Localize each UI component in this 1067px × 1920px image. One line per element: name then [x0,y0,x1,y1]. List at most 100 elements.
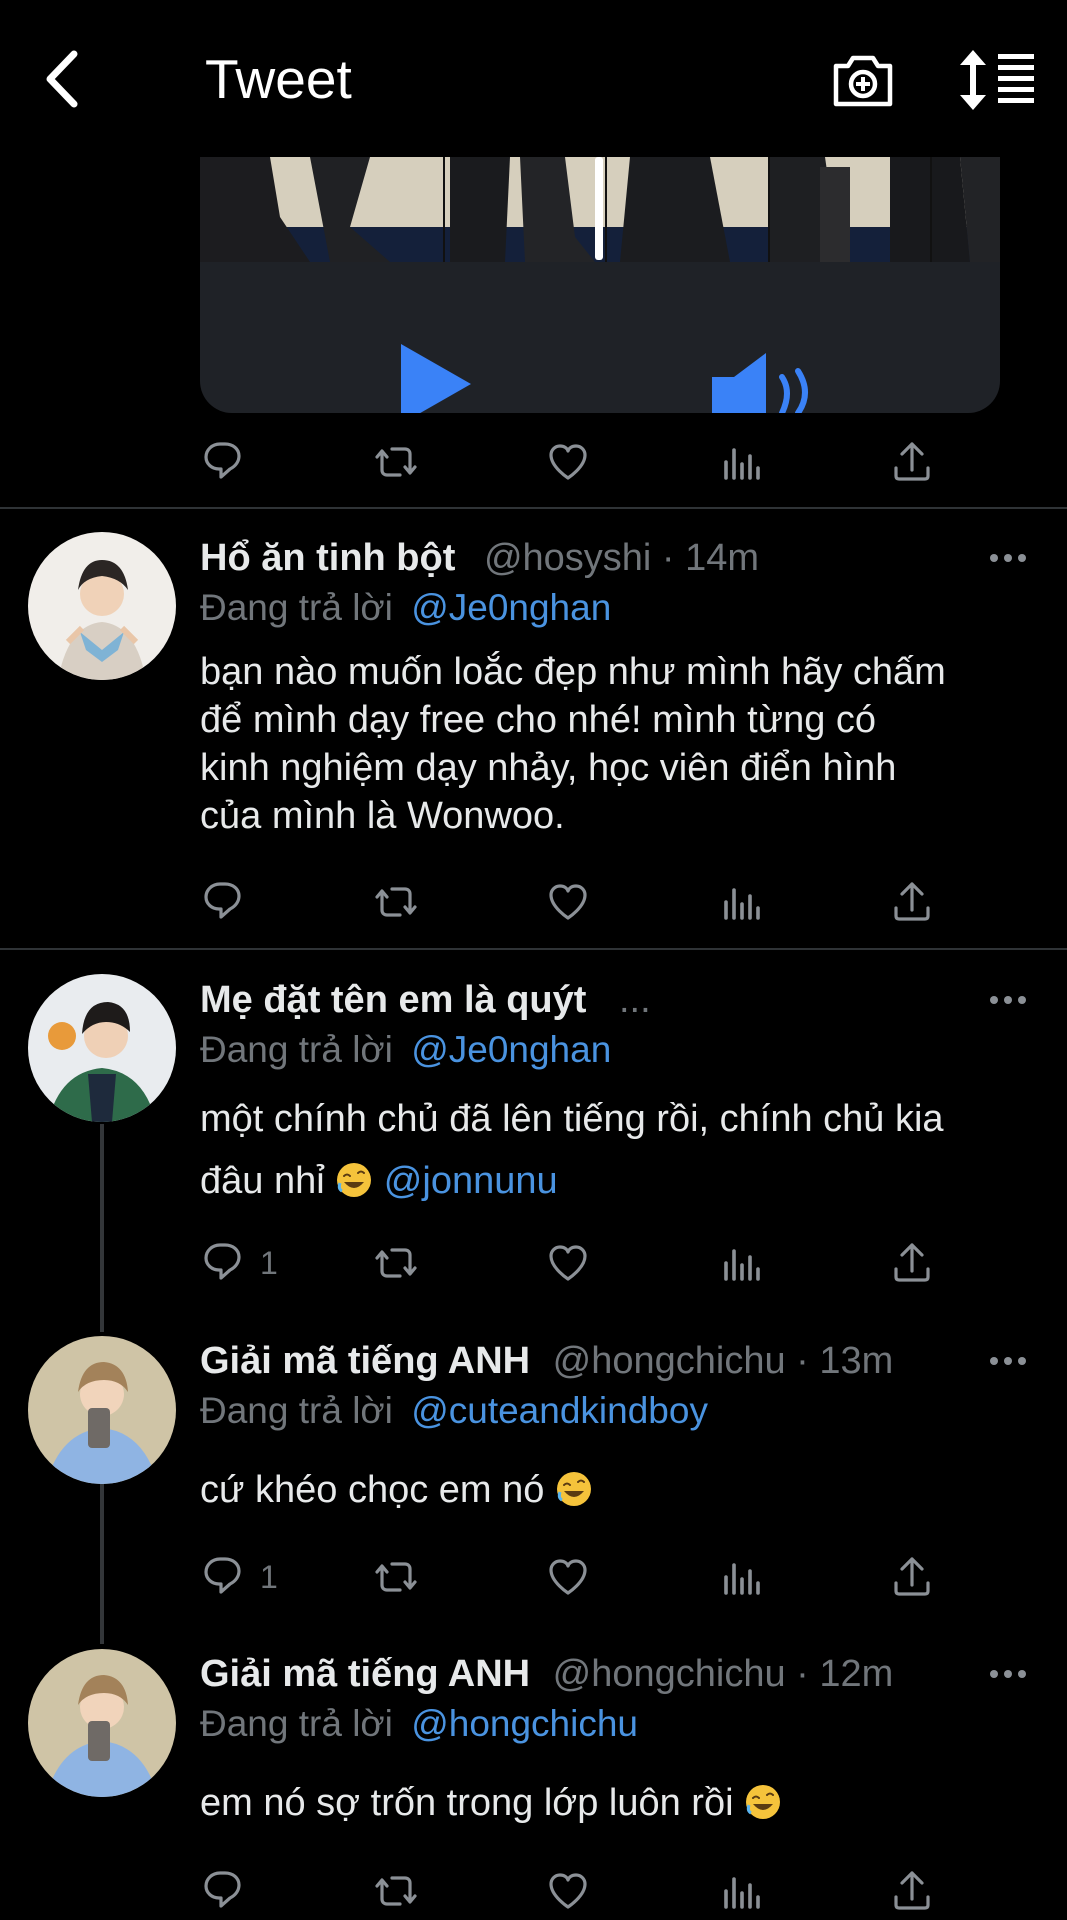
tweet-text-fragment: cứ khéo chọc em nó [200,1469,545,1511]
tweet-text-line: của mình là Wonwoo. [200,795,565,837]
views-button[interactable] [716,1552,764,1602]
bar-chart-icon [724,888,760,920]
like-button[interactable] [544,437,592,487]
handle-time: @hosyshi · 14m [483,537,760,579]
reply-button[interactable]: 1 [200,1238,278,1288]
share-button[interactable] [888,1552,936,1602]
views-button[interactable] [716,1238,764,1288]
replying-to-label: Đang trả lời [200,1029,393,1070]
camera-plus-icon[interactable] [830,48,896,112]
reply-mention-link[interactable]: @hongchichu [411,1703,638,1744]
like-button[interactable] [544,877,592,927]
views-button[interactable] [716,877,764,927]
more-options-icon[interactable] [988,990,1028,1010]
share-icon [894,442,930,481]
retweet-icon [375,447,417,477]
tweet-text-fragment: em nó sợ trốn trong lớp luôn rồi [200,1782,734,1824]
avatar[interactable] [28,1336,176,1484]
retweet-button[interactable] [372,1866,420,1916]
tweet-text: bạn nào muốn loắc đẹp như mình hãy chấm … [200,648,1040,840]
like-button[interactable] [544,1866,592,1916]
playhead[interactable] [595,157,603,260]
heart-icon [549,1873,587,1909]
like-button[interactable] [544,1552,592,1602]
like-button[interactable] [544,1238,592,1288]
avatar[interactable] [28,1649,176,1797]
avatar[interactable] [28,532,176,680]
reply-mention-link[interactable]: @Je0nghan [411,1029,611,1070]
views-button[interactable] [716,1866,764,1916]
share-button[interactable] [888,1238,936,1288]
display-name[interactable]: Giải mã tiếng ANH [200,1653,530,1695]
heart-icon [549,1245,587,1281]
handle-time: @hongchichu · 13m [552,1340,894,1382]
tweet-actions: 1 [200,1552,960,1602]
replying-to-label: Đang trả lời [200,587,393,628]
tweet-text-line: kinh nghiệm dạy nhảy, học viên điển hình [200,747,897,789]
tweet-header: Mẹ đặt tên em là quýt ... [200,975,651,1025]
bar-chart-icon [724,1563,760,1595]
page-title: Tweet [205,48,352,110]
retweet-icon [375,1248,417,1278]
display-name[interactable]: Hổ ăn tinh bột [200,537,455,579]
avatar[interactable] [28,974,176,1122]
retweet-icon [375,1876,417,1906]
share-icon [894,882,930,921]
reply-icon [204,1243,241,1280]
retweet-icon [375,887,417,917]
tweet-text: cứ khéo chọc em nó [200,1463,1040,1517]
display-name[interactable]: Giải mã tiếng ANH [200,1340,530,1382]
thread-line [100,1484,104,1644]
tweet-text-line: bạn nào muốn loắc đẹp như mình hãy chấm [200,651,946,693]
top-bar: Tweet [0,0,1067,157]
retweet-icon [375,1562,417,1592]
more-options-icon[interactable] [988,1664,1028,1684]
rofl-emoji-icon [335,1161,373,1199]
retweet-button[interactable] [372,1552,420,1602]
sort-list-icon[interactable] [958,48,1038,112]
handle-time: ... [618,979,651,1021]
tweet-header: Giải mã tiếng ANH @hongchichu · 12m [200,1649,893,1699]
mention-link[interactable]: @jonnunu [384,1160,558,1202]
video-player[interactable] [200,157,1000,413]
retweet-button[interactable] [372,437,420,487]
reply-button[interactable] [200,877,248,927]
retweet-button[interactable] [372,1238,420,1288]
share-icon [894,1557,930,1596]
views-button[interactable] [716,437,764,487]
share-button[interactable] [888,877,936,927]
avatar-photo [28,974,176,1122]
reply-icon [204,1557,241,1594]
volume-icon[interactable] [710,347,825,413]
reply-icon [204,442,241,479]
more-options-icon[interactable] [988,548,1028,568]
avatar-photo [28,1336,176,1484]
share-button[interactable] [888,1866,936,1916]
tweet-text: một chính chủ đã lên tiếng rồi, chính ch… [200,1088,1040,1212]
divider [0,948,1067,950]
reply-icon [204,882,241,919]
share-button[interactable] [888,437,936,487]
reply-button[interactable] [200,437,248,487]
tweet-text-line: đâu nhỉ @jonnunu [200,1150,1040,1212]
tweet-header: Giải mã tiếng ANH @hongchichu · 13m [200,1336,893,1386]
play-icon[interactable] [395,344,475,413]
tweet-actions [200,1866,960,1916]
reply-button[interactable] [200,1866,248,1916]
more-options-icon[interactable] [988,1351,1028,1371]
rofl-emoji-icon [744,1783,782,1821]
reply-mention-link[interactable]: @cuteandkindboy [411,1390,708,1431]
tweet-actions: 1 [200,1238,960,1288]
display-name[interactable]: Mẹ đặt tên em là quýt [200,979,586,1021]
heart-icon [549,1559,587,1595]
chevron-left-icon[interactable] [38,44,124,114]
reply-button[interactable]: 1 [200,1552,278,1602]
tweet-actions [200,437,960,487]
retweet-button[interactable] [372,877,420,927]
share-icon [894,1243,930,1282]
tweet-text: em nó sợ trốn trong lớp luôn rồi [200,1776,1040,1830]
replying-to: Đang trả lời @hongchichu [200,1699,638,1749]
reply-mention-link[interactable]: @Je0nghan [411,587,611,628]
tweet-text-line: một chính chủ đã lên tiếng rồi, chính ch… [200,1098,944,1140]
avatar-photo [28,532,176,680]
